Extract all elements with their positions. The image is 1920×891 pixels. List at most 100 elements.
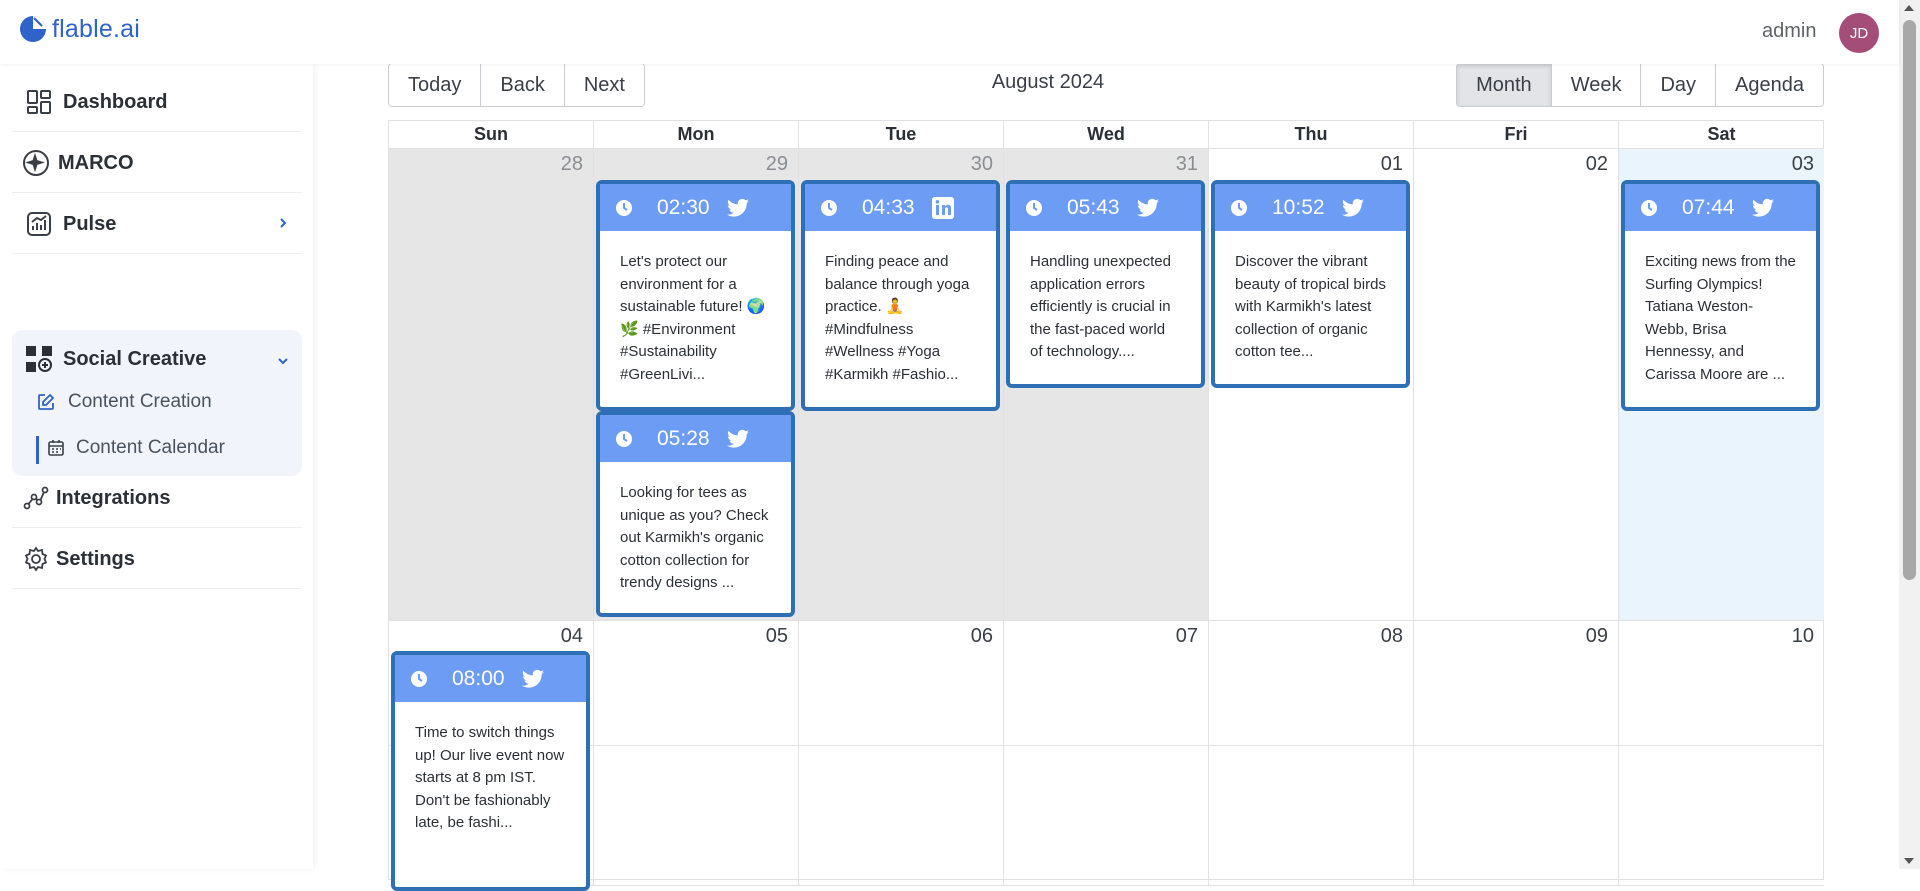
week-view-button[interactable]: Week	[1551, 64, 1642, 106]
day-number[interactable]: 30	[971, 153, 993, 176]
day-cell[interactable]	[1619, 746, 1824, 886]
clock-icon	[1641, 199, 1657, 216]
day-cell[interactable]	[1414, 746, 1619, 886]
event-card[interactable]: 10:52 Discover the vibrant beauty of tro…	[1211, 180, 1410, 388]
day-number[interactable]: 07	[1176, 625, 1198, 648]
scroll-up-arrow-icon[interactable]	[1904, 5, 1914, 11]
day-cell[interactable]: 05	[594, 621, 799, 746]
day-cell[interactable]: 09	[1414, 621, 1619, 746]
twitter-icon	[726, 198, 749, 217]
day-cell[interactable]: 02	[1414, 149, 1619, 621]
weekday-header: Tue	[799, 121, 1004, 149]
day-number[interactable]: 08	[1381, 625, 1403, 648]
event-header: 05:43	[1010, 184, 1201, 231]
sidebar-item-label: MARCO	[58, 151, 134, 174]
month-view-button[interactable]: Month	[1457, 64, 1552, 106]
event-text: Looking for tees as unique as you? Check…	[620, 484, 769, 591]
logo[interactable]: flable.ai	[18, 14, 140, 44]
sidebar-item-label: Social Creative	[63, 347, 207, 370]
day-number[interactable]: 04	[561, 625, 583, 648]
sidebar-item-settings[interactable]: Settings	[12, 530, 302, 589]
event-header: 08:00	[395, 655, 586, 702]
clock-icon	[616, 199, 632, 216]
sidebar-item-dashboard[interactable]: Dashboard	[12, 73, 302, 132]
day-cell[interactable]	[594, 746, 799, 886]
calendar-icon	[46, 438, 66, 458]
twitter-icon	[1341, 198, 1364, 217]
day-number[interactable]: 10	[1792, 625, 1814, 648]
event-text: Let's protect our environment for a sust…	[620, 253, 766, 383]
day-cell[interactable]: 06	[799, 621, 1004, 746]
day-cell[interactable]: 08	[1209, 621, 1414, 746]
day-cell[interactable]	[1209, 746, 1414, 886]
clock-icon	[616, 430, 632, 447]
scrollbar-thumb[interactable]	[1903, 20, 1916, 580]
event-header: 10:52	[1215, 184, 1406, 231]
scroll-down-arrow-icon[interactable]	[1904, 858, 1914, 864]
sidebar-item-label: Settings	[56, 547, 135, 570]
event-time: 05:28	[657, 426, 710, 450]
chevron-right-icon	[280, 218, 287, 228]
edit-icon	[36, 392, 56, 412]
event-text: Discover the vibrant beauty of tropical …	[1235, 253, 1386, 360]
day-number[interactable]: 28	[561, 153, 583, 176]
twitter-icon	[1136, 198, 1159, 217]
weekday-header: Fri	[1414, 121, 1619, 149]
chevron-down-icon	[278, 358, 288, 365]
next-button[interactable]: Next	[564, 64, 644, 106]
day-cell[interactable]	[1004, 746, 1209, 886]
day-cell[interactable]: 10	[1619, 621, 1824, 746]
sidebar-item-label: Integrations	[56, 486, 171, 509]
sparkle-icon	[22, 149, 50, 177]
sidebar-item-label: Pulse	[63, 212, 117, 235]
event-card[interactable]: 08:00 Time to switch things up! Our live…	[391, 651, 590, 891]
day-number[interactable]: 29	[766, 153, 788, 176]
sidebar-item-marco[interactable]: MARCO	[12, 134, 302, 193]
view-button-group: Month Week Day Agenda	[1456, 63, 1824, 107]
calendar-title: August 2024	[991, 71, 1105, 93]
back-button[interactable]: Back	[481, 64, 565, 106]
day-number[interactable]: 05	[766, 625, 788, 648]
event-time: 02:30	[657, 195, 710, 219]
sidebar: Dashboard MARCO Pulse Social Creative Co…	[0, 64, 313, 869]
page-scrollbar[interactable]	[1899, 0, 1920, 869]
day-number[interactable]: 03	[1792, 153, 1814, 176]
weekday-header: Mon	[594, 121, 799, 149]
social-creative-icon	[25, 345, 53, 373]
event-time: 10:52	[1272, 195, 1325, 219]
event-card[interactable]: 05:43 Handling unexpected application er…	[1006, 180, 1205, 388]
sidebar-item-pulse[interactable]: Pulse	[12, 195, 302, 254]
day-number[interactable]: 31	[1176, 153, 1198, 176]
event-card[interactable]: 02:30 Let's protect our environment for …	[596, 180, 795, 411]
event-time: 07:44	[1682, 195, 1735, 219]
sidebar-item-integrations[interactable]: Integrations	[12, 469, 302, 528]
day-number[interactable]: 02	[1586, 153, 1608, 176]
day-cell[interactable]	[799, 746, 1004, 886]
sidebar-subitem-content-calendar[interactable]: Content Calendar	[12, 426, 302, 470]
avatar[interactable]: JD	[1839, 13, 1879, 53]
event-time: 08:00	[452, 666, 505, 690]
event-card[interactable]: 05:28 Looking for tees as unique as you?…	[596, 411, 795, 617]
today-button[interactable]: Today	[389, 64, 482, 106]
agenda-view-button[interactable]: Agenda	[1716, 64, 1823, 106]
sidebar-group-social-creative: Social Creative Content Creation Content…	[12, 330, 302, 476]
event-card[interactable]: 04:33 Finding peace and balance through …	[801, 180, 1000, 411]
event-text: Time to switch things up! Our live event…	[415, 724, 565, 831]
day-cell[interactable]: 28	[389, 149, 594, 621]
twitter-icon	[521, 669, 544, 688]
event-header: 04:33	[805, 184, 996, 231]
user-name[interactable]: admin	[1762, 20, 1816, 43]
chart-icon	[25, 210, 53, 238]
day-number[interactable]: 06	[971, 625, 993, 648]
sidebar-subitem-content-creation[interactable]: Content Creation	[12, 380, 302, 424]
day-cell[interactable]: 07	[1004, 621, 1209, 746]
weekday-header: Thu	[1209, 121, 1414, 149]
day-view-button[interactable]: Day	[1641, 64, 1717, 106]
day-number[interactable]: 09	[1586, 625, 1608, 648]
nav-button-group: Today Back Next	[388, 63, 645, 107]
active-indicator	[36, 436, 39, 464]
event-card[interactable]: 07:44 Exciting news from the Surfing Oly…	[1621, 180, 1820, 411]
day-number[interactable]: 01	[1381, 153, 1403, 176]
event-header: 07:44	[1625, 184, 1816, 231]
event-time: 05:43	[1067, 195, 1120, 219]
